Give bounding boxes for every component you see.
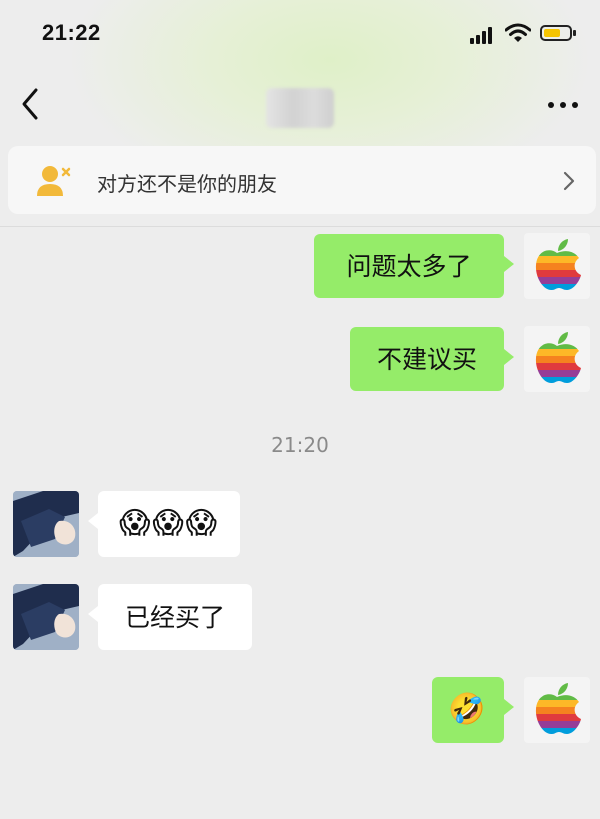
contact-photo-icon [13,584,79,650]
rainbow-apple-logo-icon [535,683,581,735]
self-avatar[interactable] [524,677,590,743]
chat-timestamp: 21:20 [271,433,329,457]
message-bubble-outgoing[interactable]: 不建议买 [350,327,514,391]
divider [0,226,600,227]
message-bubble-incoming[interactable]: 已经买了 [88,584,252,650]
contact-photo-icon [13,491,79,557]
contact-name[interactable] [266,88,334,128]
contact-avatar[interactable] [13,584,79,650]
not-friend-banner[interactable]: 对方还不是你的朋友 [8,146,596,214]
rainbow-apple-logo-icon [535,332,581,384]
message-text: 不建议买 [376,344,477,374]
status-time: 21:22 [42,20,101,45]
banner-text: 对方还不是你的朋友 [97,172,277,196]
status-bar: 21:22 [0,0,600,70]
wifi-icon [505,23,531,42]
message-text: 已经买了 [124,602,225,632]
message-text: 问题太多了 [346,251,472,281]
self-avatar[interactable] [524,326,590,392]
emoji-text: 😱😱😱 [119,506,219,541]
back-chevron-icon[interactable] [18,86,42,122]
user-not-friend-icon [37,166,71,196]
message-bubble-incoming[interactable]: 😱😱😱 [88,491,240,557]
message-bubble-outgoing[interactable]: 问题太多了 [314,234,514,298]
more-dots-icon[interactable] [548,100,580,110]
self-avatar[interactable] [524,233,590,299]
emoji-text: 🤣 [448,692,488,727]
chevron-right-icon [563,171,575,191]
signal-icon [470,26,498,44]
contact-avatar[interactable] [13,491,79,557]
message-bubble-outgoing[interactable]: 🤣 [432,677,514,743]
nav-bar [0,70,600,140]
battery-icon [540,25,576,41]
rainbow-apple-logo-icon [535,239,581,291]
